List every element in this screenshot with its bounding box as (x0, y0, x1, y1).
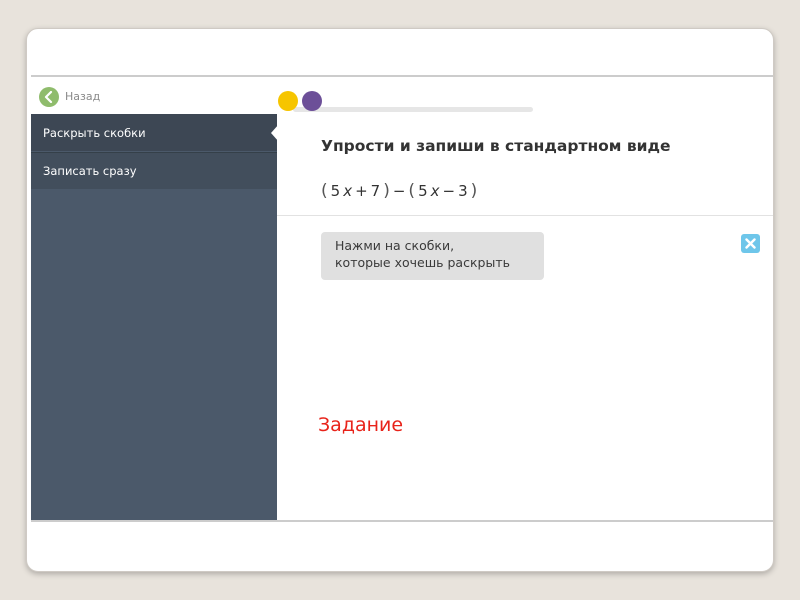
close-button[interactable] (741, 234, 760, 253)
sidebar-item-label: Записать сразу (43, 164, 137, 178)
bracket-open-1[interactable]: ( (321, 181, 328, 201)
bracket-open-2[interactable]: ( (408, 181, 415, 201)
sidebar-item-write-directly[interactable]: Записать сразу (31, 152, 277, 189)
chevron-left-icon (39, 86, 59, 107)
expr-var-2: x (430, 182, 440, 200)
app-window: Назад Раскрыть скобки Записать сразу Упр… (31, 79, 773, 521)
bottom-divider (31, 520, 773, 522)
expr-const-2: 3 (458, 182, 468, 200)
expr-minus: − (392, 182, 406, 200)
hint-box: Нажми на скобки, которые хочешь раскрыть (321, 232, 544, 280)
expr-coef-2: 5 (418, 182, 428, 200)
close-icon (745, 234, 756, 253)
sidebar-item-expand-brackets[interactable]: Раскрыть скобки (31, 114, 277, 151)
hint-line-2: которые хочешь раскрыть (335, 255, 510, 270)
math-expression: ( 5x + 7 ) − ( 5x − 3 ) (321, 181, 477, 201)
sidebar-item-label: Раскрыть скобки (43, 125, 146, 140)
expr-coef-1: 5 (330, 182, 341, 200)
back-button[interactable]: Назад (31, 79, 277, 114)
content-divider (277, 215, 773, 216)
back-label: Назад (65, 90, 101, 103)
task-title: Упрости и запиши в стандартном виде (321, 137, 671, 155)
progress-dot-next (302, 91, 322, 111)
progress-dot-current (278, 91, 298, 111)
slide-frame: Назад Раскрыть скобки Записать сразу Упр… (26, 28, 774, 572)
expr-minus-2: − (442, 182, 456, 200)
bracket-close-2[interactable]: ) (471, 181, 478, 201)
expr-var-1: x (343, 182, 353, 200)
expr-const-1: 7 (370, 182, 381, 200)
task-note: Задание (318, 414, 404, 436)
expr-plus: + (355, 182, 368, 200)
top-divider (31, 75, 773, 77)
sidebar: Назад Раскрыть скобки Записать сразу (31, 79, 277, 521)
hint-line-1: Нажми на скобки, (335, 238, 455, 253)
progress-track (293, 107, 533, 112)
bracket-close-1[interactable]: ) (383, 181, 390, 201)
active-item-pointer (271, 124, 279, 142)
